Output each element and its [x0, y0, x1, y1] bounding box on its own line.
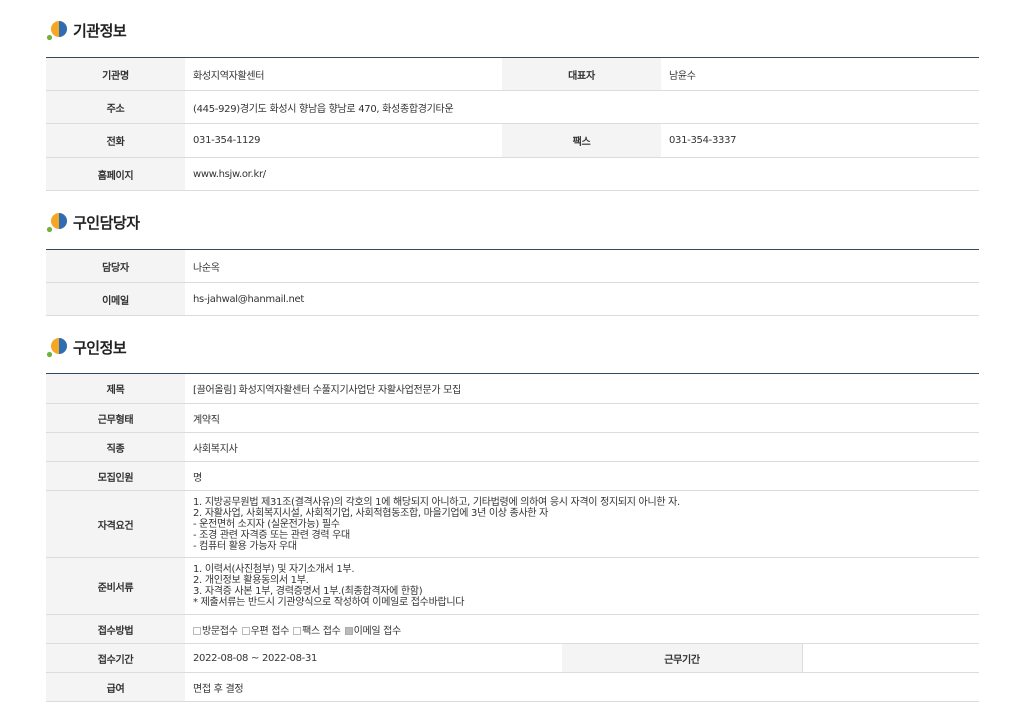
table-row: 제목 [끌어올림] 화성지역자활센터 수풀지기사업단 자활사업전문가 모집: [46, 373, 980, 404]
job-title-label: 제목: [46, 373, 185, 404]
section-logo-icon: [46, 336, 70, 358]
job-period-label: 접수기간: [46, 643, 185, 673]
table-row: 직종 사회복지사: [46, 432, 980, 462]
job-qual-label: 자격요건: [46, 490, 185, 558]
table-row: 모집인원 명: [46, 461, 980, 491]
section-logo-icon: [46, 211, 70, 233]
org-addr-label: 주소: [46, 90, 185, 124]
job-pay-value: 면접 후 결정: [185, 672, 980, 702]
job-docs-value: 1. 이력서(사진첨부) 및 자기소개서 1부. 2. 개인정보 활용동의서 1…: [185, 557, 980, 615]
org-home-label: 홈페이지: [46, 157, 185, 191]
contact-table: 담당자 나순옥 이메일 hs-jahwal@hanmail.net: [46, 249, 979, 316]
job-work-period-value: [802, 644, 980, 672]
job-qual-value: 1. 지방공무원법 제31조(결격사유)의 각호의 1에 해당되지 아니하고, …: [185, 490, 980, 558]
table-row: 접수방법 방문접수 우편 접수 팩스 접수 이메일 접수: [46, 614, 980, 644]
method-option-email[interactable]: 이메일 접수: [344, 626, 401, 637]
method-option-mail[interactable]: 우편 접수: [241, 626, 289, 637]
method-option-visit[interactable]: 방문접수: [193, 626, 238, 637]
org-fax-label: 팩스: [502, 123, 661, 158]
org-name-label: 기관명: [46, 57, 185, 91]
org-home-link[interactable]: www.hsjw.or.kr/: [185, 157, 979, 191]
checkbox-checked-icon[interactable]: [344, 626, 353, 635]
job-method-options: 방문접수 우편 접수 팩스 접수 이메일 접수: [185, 614, 980, 644]
job-title-value: [끌어올림] 화성지역자활센터 수풀지기사업단 자활사업전문가 모집: [185, 373, 980, 404]
table-row: 근무형태 계약직: [46, 403, 980, 433]
contact-person-value: 나순옥: [185, 249, 979, 283]
org-rep-value: 남윤수: [661, 57, 979, 91]
org-rep-label: 대표자: [502, 57, 661, 91]
table-row: 자격요건 1. 지방공무원법 제31조(결격사유)의 각호의 1에 해당되지 아…: [46, 490, 980, 558]
table-row: 급여 면접 후 결정: [46, 672, 980, 702]
section-logo-icon: [46, 19, 70, 41]
job-table: 제목 [끌어올림] 화성지역자활센터 수풀지기사업단 자활사업전문가 모집 근무…: [46, 373, 980, 702]
section-title-text: 구인정보: [73, 338, 127, 357]
org-info-table: 기관명 화성지역자활센터 대표자 남윤수 주소 (445-929)경기도 화성시…: [46, 57, 979, 191]
table-row: 담당자 나순옥: [46, 249, 979, 283]
job-work-period-label: 근무기간: [562, 644, 802, 672]
section-title-text: 기관정보: [73, 21, 127, 40]
checkbox-icon[interactable]: [293, 626, 302, 635]
job-pay-label: 급여: [46, 672, 185, 702]
job-occ-value: 사회복지사: [185, 432, 980, 462]
job-period-value: 2022-08-08 ~ 2022-08-31: [185, 643, 562, 673]
job-type-value: 계약직: [185, 403, 980, 433]
section-title-job: 구인정보: [46, 336, 127, 358]
table-row: 기관명 화성지역자활센터 대표자 남윤수: [46, 57, 979, 91]
table-row: 준비서류 1. 이력서(사진첨부) 및 자기소개서 1부. 2. 개인정보 활용…: [46, 557, 980, 615]
section-title-contact: 구인담당자: [46, 211, 140, 233]
table-row: 주소 (445-929)경기도 화성시 향남읍 향남로 470, 화성종합경기타…: [46, 90, 979, 124]
job-docs-label: 준비서류: [46, 557, 185, 615]
job-occ-label: 직종: [46, 432, 185, 462]
checkbox-icon[interactable]: [241, 626, 250, 635]
job-work-period-cell: 근무기간: [562, 643, 980, 673]
section-title-org: 기관정보: [46, 19, 127, 41]
checkbox-icon[interactable]: [193, 626, 201, 635]
table-row: 전화 031-354-1129 팩스 031-354-3337: [46, 123, 979, 158]
org-fax-value: 031-354-3337: [661, 123, 979, 158]
org-name-value: 화성지역자활센터: [185, 57, 502, 91]
method-option-fax[interactable]: 팩스 접수: [293, 626, 341, 637]
org-tel-label: 전화: [46, 123, 185, 158]
contact-email-label: 이메일: [46, 282, 185, 316]
org-addr-value: (445-929)경기도 화성시 향남읍 향남로 470, 화성종합경기타운: [185, 90, 979, 124]
org-tel-value: 031-354-1129: [185, 123, 502, 158]
job-count-label: 모집인원: [46, 461, 185, 491]
contact-person-label: 담당자: [46, 249, 185, 283]
job-count-value: 명: [185, 461, 980, 491]
table-row: 이메일 hs-jahwal@hanmail.net: [46, 282, 979, 316]
table-row: 홈페이지 www.hsjw.or.kr/: [46, 157, 979, 191]
job-type-label: 근무형태: [46, 403, 185, 433]
contact-email-value: hs-jahwal@hanmail.net: [185, 282, 979, 316]
job-method-label: 접수방법: [46, 614, 185, 644]
table-row: 접수기간 2022-08-08 ~ 2022-08-31 근무기간: [46, 643, 980, 673]
section-title-text: 구인담당자: [73, 213, 140, 232]
